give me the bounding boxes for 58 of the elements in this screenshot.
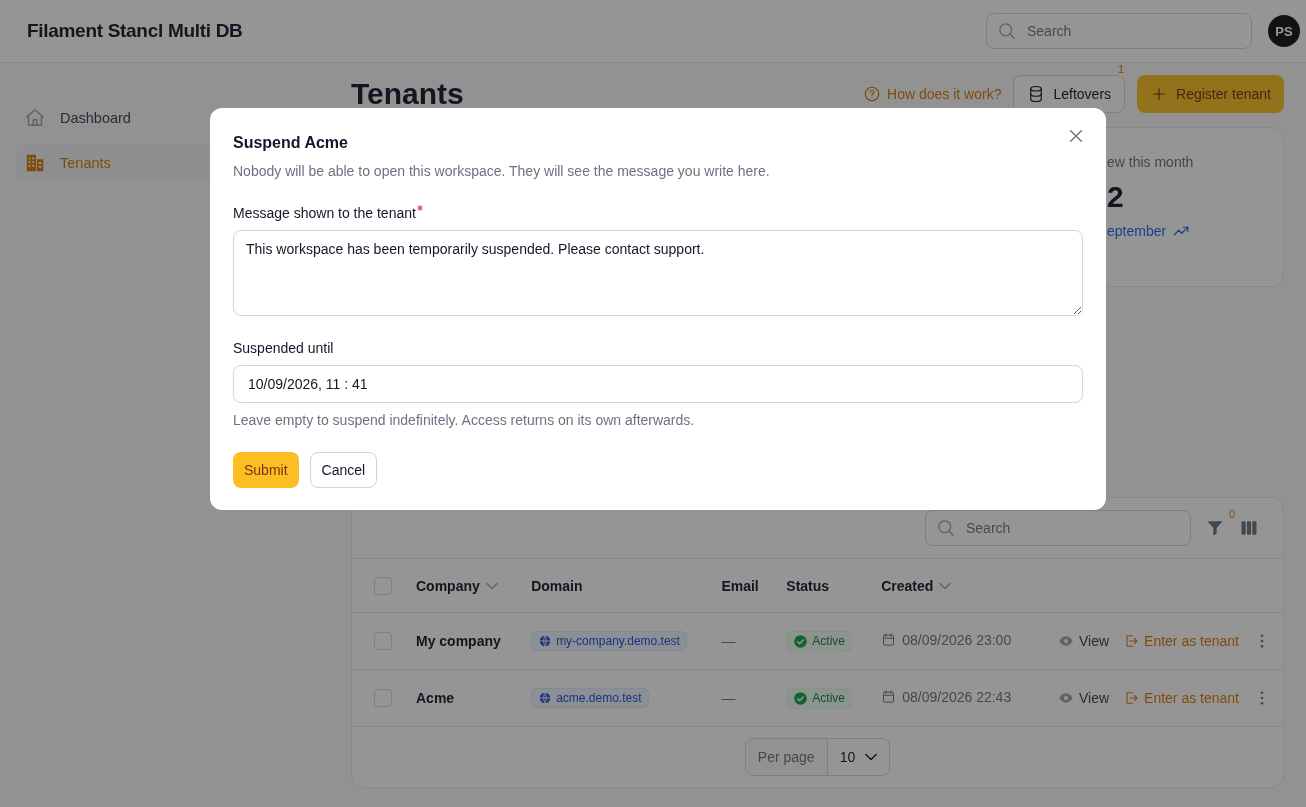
message-field[interactable]: This workspace has been temporarily suspended. Please contact support.	[233, 230, 1083, 316]
row-checkbox[interactable]	[374, 632, 392, 651]
column-header[interactable]: Created	[881, 577, 934, 594]
eye-icon	[1057, 633, 1074, 649]
select-all-checkbox[interactable]	[374, 576, 392, 595]
row-checkbox[interactable]	[374, 689, 392, 708]
register-button[interactable]: Register tenant	[1137, 75, 1284, 113]
domain-badge: my-company.demo.test	[531, 631, 687, 651]
status-badge: Active	[786, 687, 852, 709]
search-field[interactable]: Search	[986, 13, 1252, 49]
eye-icon	[1057, 690, 1074, 706]
building-icon	[24, 152, 46, 174]
question-circle-icon	[863, 85, 882, 103]
email-cell: —	[721, 633, 736, 649]
user-avatar[interactable]: PS	[1268, 15, 1300, 47]
field-label: Message shown to the tenant	[233, 205, 416, 221]
column-header: Domain	[531, 577, 583, 594]
company-name: My company	[416, 633, 501, 649]
cancel-button[interactable]: Cancel	[309, 452, 378, 488]
table-search-field[interactable]: Search	[925, 510, 1191, 546]
search-icon	[938, 520, 954, 536]
app-title: Filament Stancl Multi DB	[27, 20, 244, 42]
check-circle-icon	[793, 633, 809, 649]
globe-icon	[538, 634, 553, 648]
company-name: Acme	[416, 690, 455, 706]
sidebar-item[interactable]: Dashboard	[16, 99, 316, 137]
view-link[interactable]: View	[1057, 633, 1110, 649]
email-cell: —	[721, 690, 736, 706]
status-badge: Active	[786, 630, 852, 652]
submit-button[interactable]: Submit	[233, 452, 299, 488]
created-date: 08/09/2026 23:00	[902, 631, 1012, 648]
chevron-down-icon	[865, 753, 878, 761]
date-time-field[interactable]: 10/09/2026, 11 : 41	[233, 365, 1083, 403]
search-icon	[999, 23, 1015, 39]
check-circle-icon	[793, 690, 809, 706]
created-date: 08/09/2026 22:43	[902, 688, 1012, 705]
view-link[interactable]: View	[1057, 690, 1110, 706]
sign-in-icon	[1123, 690, 1140, 706]
per-page-select[interactable]: Per page 10	[744, 738, 891, 776]
count-label: 1	[1117, 63, 1125, 75]
column-header: Status	[786, 577, 830, 594]
filter-icon[interactable]	[1205, 518, 1225, 538]
column-header[interactable]: Company	[416, 577, 480, 594]
filter-count-label: 0	[1228, 508, 1235, 520]
calendar-icon	[881, 632, 897, 648]
page-title: Tenants	[351, 77, 465, 111]
stat-label: ew this month	[1107, 154, 1195, 170]
field-label: Suspended until	[233, 340, 334, 356]
field-hint: Leave empty to suspend indefinitely. Access returns on its own afterwards.	[233, 412, 696, 428]
globe-icon	[538, 691, 553, 705]
domain-badge: acme.demo.test	[531, 688, 649, 708]
columns-icon[interactable]	[1239, 518, 1259, 538]
stat-value: 2	[1107, 180, 1125, 214]
calendar-icon	[881, 689, 897, 705]
stat-description: eptember	[1107, 223, 1167, 239]
column-header: Email	[721, 577, 759, 594]
sign-in-icon	[1123, 633, 1140, 649]
house-icon	[24, 107, 46, 129]
